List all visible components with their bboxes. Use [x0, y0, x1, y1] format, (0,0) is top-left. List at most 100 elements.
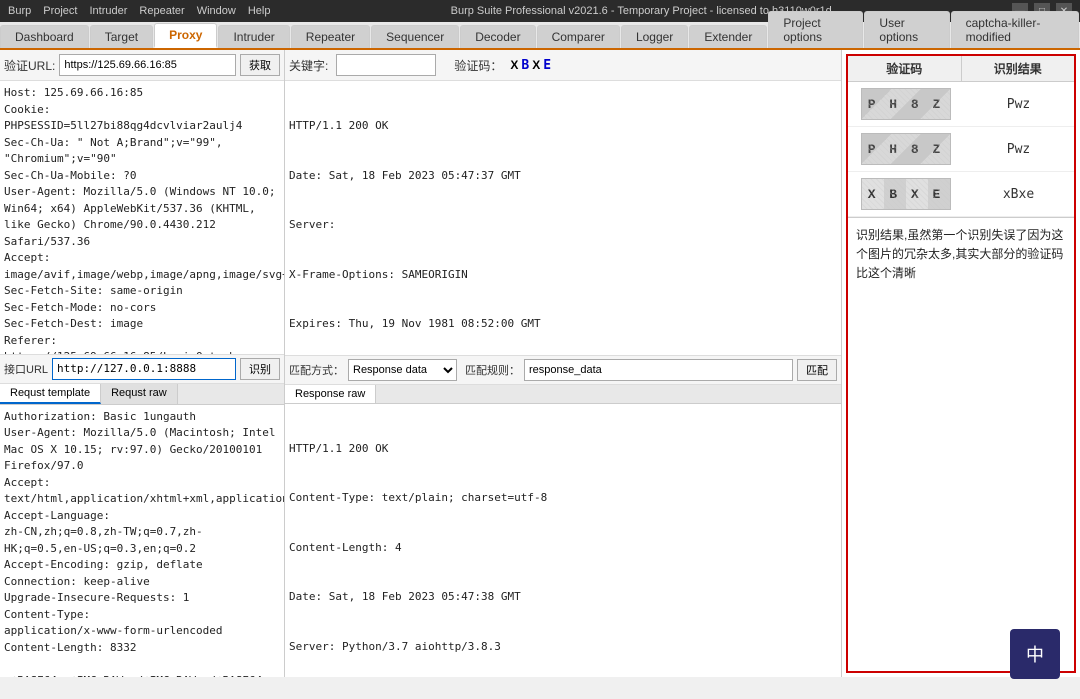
header-cookie: Cookie: PHPSESSID=5ll27bi88qg4dcvlviar2a… — [4, 102, 280, 135]
tmpl-accept-lang-val: zh-CN,zh;q=0.8,zh-TW;q=0.7,zh-HK;q=0.5,e… — [4, 524, 280, 557]
verify-url-input[interactable] — [59, 54, 236, 76]
captcha-image-1: P H 8 Z — [861, 88, 951, 120]
tmpl-accept: Accept: — [4, 475, 280, 492]
tab-captcha-killer[interactable]: captcha-killer-modified — [951, 11, 1079, 48]
right-panel: 验证码 识别结果 P H 8 Z Pwz P H 8 Z Pwz — [846, 54, 1076, 673]
captcha-row-3: X B X E xBxe — [848, 172, 1074, 217]
tab-request-template[interactable]: Requst template — [0, 384, 101, 404]
tmpl-upgrade: Upgrade-Insecure-Requests: 1 — [4, 590, 280, 607]
verify-code-label: 验证码： — [454, 57, 502, 74]
captcha-img-cell-2: P H 8 Z — [848, 131, 963, 167]
template-tab-bar: Requst template Requst raw — [0, 384, 284, 405]
verify-code-display: X B X E — [510, 58, 551, 73]
tmpl-accept-enc: Accept-Encoding: gzip, deflate — [4, 557, 280, 574]
interface-url-input[interactable] — [52, 358, 236, 380]
main-content: 验证URL: 获取 Host: 125.69.66.16:85 Cookie: … — [0, 50, 1080, 677]
menu-help[interactable]: Help — [248, 5, 271, 17]
left-panel: 验证URL: 获取 Host: 125.69.66.16:85 Cookie: … — [0, 50, 285, 677]
resp-date: Date: Sat, 18 Feb 2023 05:47:37 GMT — [289, 168, 837, 185]
tab-request-raw[interactable]: Requst raw — [101, 384, 178, 404]
tab-target[interactable]: Target — [90, 25, 153, 48]
captcha-result-cell-2: Pwz — [963, 142, 1074, 157]
verify-char-3: E — [543, 58, 551, 73]
tmpl-accept-types: text/html,application/xhtml+xml,applicat… — [4, 491, 280, 508]
tmpl-base64: <@BASE64><@IMG_RAW></@IMG_RAW></@BASE64> — [4, 673, 280, 678]
tab-repeater[interactable]: Repeater — [291, 25, 370, 48]
tmpl-content-type-val: application/x-www-form-urlencoded — [4, 623, 280, 640]
main-tab-bar: Dashboard Target Proxy Intruder Repeater… — [0, 22, 1080, 50]
menu-bar-items[interactable]: Burp Project Intruder Repeater Window He… — [8, 5, 270, 17]
match-mode-select[interactable]: Response data Response header Response b… — [348, 359, 457, 381]
right-panel-description: 识别结果,虽然第一个识别失误了因为这个图片的冗杂太多,其实大部分的验证码比这个清… — [848, 218, 1074, 671]
template-content-area[interactable]: Authorization: Basic 1ungauth User-Agent… — [0, 405, 284, 678]
verify-url-label: 验证URL: — [4, 57, 55, 74]
tmpl-content-type: Content-Type: — [4, 607, 280, 624]
match-mode-label: 匹配方式： — [289, 362, 344, 378]
header-user-agent: User-Agent: Mozilla/5.0 (Windows NT 10.0… — [4, 184, 280, 250]
header-sec-ch-ua: Sec-Ch-Ua: " Not A;Brand";v="99", "Chrom… — [4, 135, 280, 168]
tab-sequencer[interactable]: Sequencer — [371, 25, 459, 48]
header-referer: Referer: https://125.69.66.16:85/LoginOu… — [4, 333, 280, 354]
verify-char-0: X — [510, 58, 518, 72]
tmpl-connection: Connection: keep-alive — [4, 574, 280, 591]
tmpl-content-len: Content-Length: 8332 — [4, 640, 280, 657]
menu-project[interactable]: Project — [43, 5, 77, 17]
captcha-row-2: P H 8 Z Pwz — [848, 127, 1074, 172]
tmpl-ua: User-Agent: Mozilla/5.0 (Macintosh; Inte… — [4, 425, 280, 475]
header-sec-fetch-site: Sec-Fetch-Site: same-origin — [4, 283, 280, 300]
match-rule-label: 匹配规则： — [465, 362, 520, 378]
captcha-result-cell-3: xBxe — [963, 187, 1074, 202]
resp-expires: Expires: Thu, 19 Nov 1981 08:52:00 GMT — [289, 316, 837, 333]
tab-extender[interactable]: Extender — [689, 25, 767, 48]
raw-content-type: Content-Type: text/plain; charset=utf-8 — [289, 490, 837, 507]
identify-button[interactable]: 识别 — [240, 358, 280, 380]
verify-char-2: X — [532, 58, 540, 72]
match-button[interactable]: 匹配 — [797, 359, 837, 381]
raw-tab-bar: Response raw — [285, 385, 841, 404]
menu-repeater[interactable]: Repeater — [139, 5, 184, 17]
tab-comparer[interactable]: Comparer — [537, 25, 620, 48]
header-sec-fetch-mode: Sec-Fetch-Mode: no-cors — [4, 300, 280, 317]
resp-status: HTTP/1.1 200 OK — [289, 118, 837, 135]
header-accept-types: image/avif,image/webp,image/apng,image/s… — [4, 267, 280, 284]
resp-server: Server: — [289, 217, 837, 234]
tab-user-options[interactable]: User options — [864, 11, 949, 48]
right-panel-col-result: 识别结果 — [962, 56, 1075, 81]
captcha-rows: P H 8 Z Pwz P H 8 Z Pwz X B X E xBxe — [848, 82, 1074, 218]
interface-url-label: 接口URL — [4, 361, 48, 377]
raw-date: Date: Sat, 18 Feb 2023 05:47:38 GMT — [289, 589, 837, 606]
captcha-image-2: P H 8 Z — [861, 133, 951, 165]
tmpl-auth: Authorization: Basic 1ungauth — [4, 409, 280, 426]
tab-dashboard[interactable]: Dashboard — [0, 25, 89, 48]
captcha-row-1: P H 8 Z Pwz — [848, 82, 1074, 127]
tab-logger[interactable]: Logger — [621, 25, 688, 48]
raw-content-len: Content-Length: 4 — [289, 540, 837, 557]
menu-intruder[interactable]: Intruder — [90, 5, 128, 17]
menu-window[interactable]: Window — [197, 5, 236, 17]
captcha-img-cell-1: P H 8 Z — [848, 86, 963, 122]
captcha-result-cell-1: Pwz — [963, 97, 1074, 112]
tab-proxy[interactable]: Proxy — [154, 23, 217, 48]
captcha-img-cell-3: X B X E — [848, 176, 963, 212]
menu-burp[interactable]: Burp — [8, 5, 31, 17]
tab-project-options[interactable]: Project options — [768, 11, 863, 48]
verify-url-row: 验证URL: 获取 — [0, 50, 284, 81]
interface-url-row: 接口URL 识别 — [0, 354, 284, 384]
match-rule-input[interactable] — [524, 359, 793, 381]
raw-status: HTTP/1.1 200 OK — [289, 441, 837, 458]
keyword-label: 关键字: — [289, 57, 328, 74]
tab-intruder[interactable]: Intruder — [218, 25, 289, 48]
tab-response-raw[interactable]: Response raw — [285, 385, 376, 403]
response-raw-area: HTTP/1.1 200 OK Content-Type: text/plain… — [285, 404, 841, 678]
middle-panel: 关键字: 验证码： X B X E HTTP/1.1 200 OK Date: … — [285, 50, 842, 677]
keyword-input[interactable] — [336, 54, 436, 76]
tab-decoder[interactable]: Decoder — [460, 25, 535, 48]
header-accept: Accept: — [4, 250, 280, 267]
match-row: 匹配方式： Response data Response header Resp… — [285, 355, 841, 385]
fetch-button[interactable]: 获取 — [240, 54, 280, 76]
raw-server: Server: Python/3.7 aiohttp/3.8.3 — [289, 639, 837, 656]
verify-char-1: B — [521, 58, 529, 73]
right-panel-header: 验证码 识别结果 — [848, 56, 1074, 82]
header-sec-fetch-dest: Sec-Fetch-Dest: image — [4, 316, 280, 333]
tmpl-accept-lang: Accept-Language: — [4, 508, 280, 525]
